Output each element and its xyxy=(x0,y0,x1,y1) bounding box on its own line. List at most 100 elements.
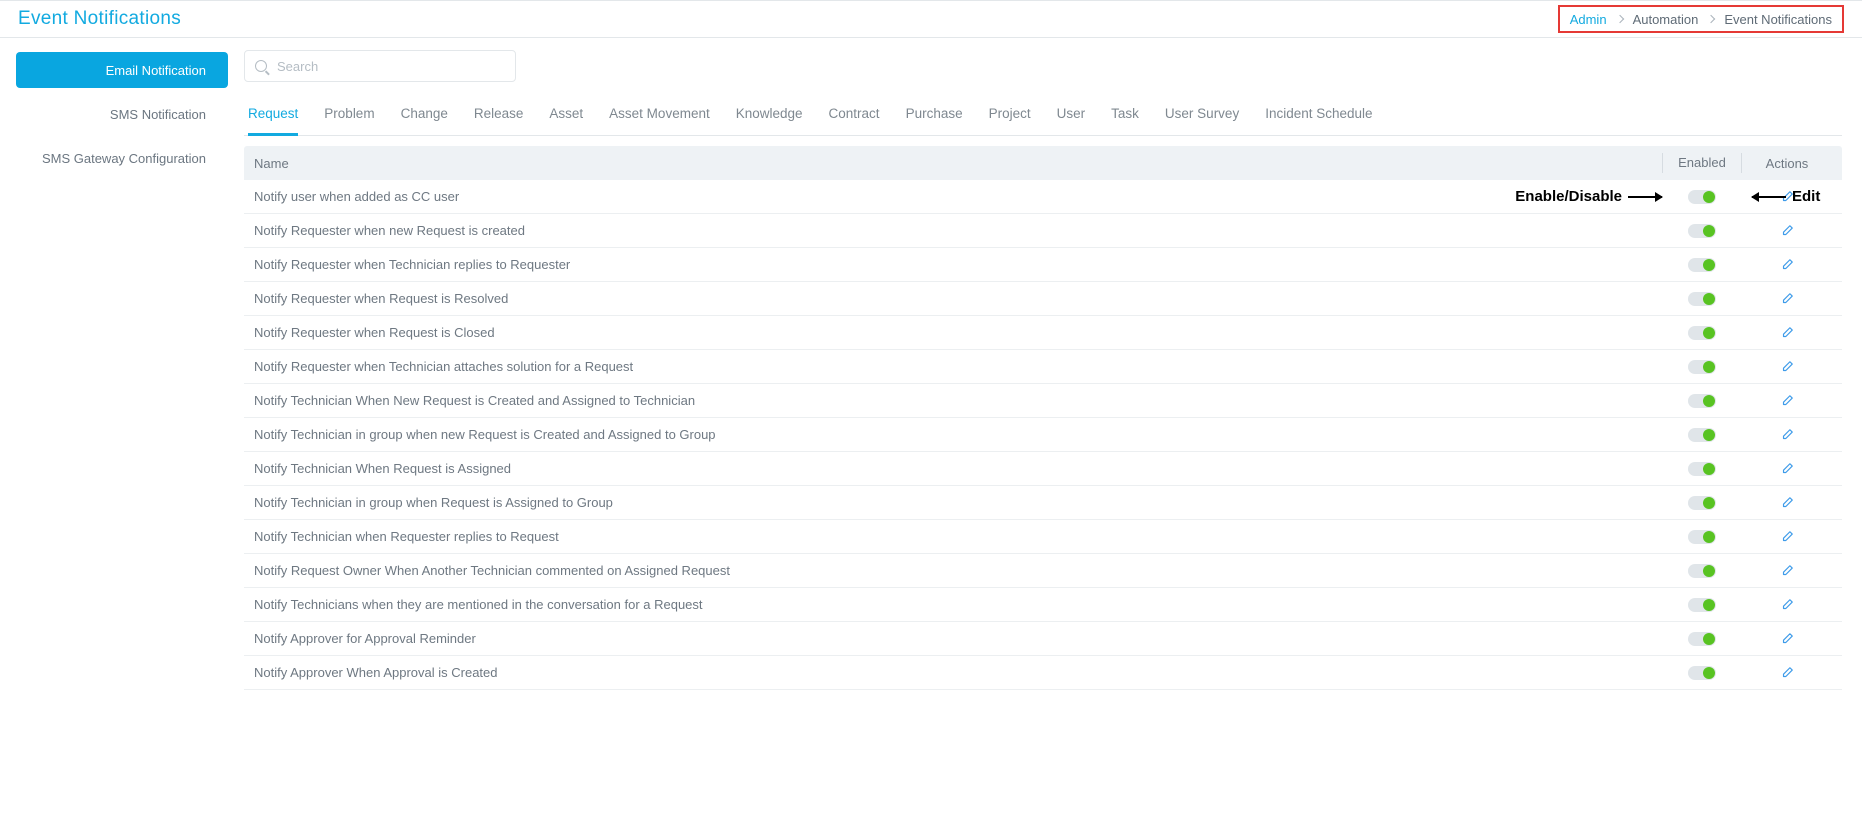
row-name: Notify Requester when Technician attache… xyxy=(254,359,1662,374)
tab-purchase[interactable]: Purchase xyxy=(906,96,963,136)
tab-user[interactable]: User xyxy=(1057,96,1086,136)
edit-icon[interactable] xyxy=(1780,632,1794,646)
enable-toggle[interactable] xyxy=(1688,428,1716,442)
enable-toggle[interactable] xyxy=(1688,224,1716,238)
tab-incident-schedule[interactable]: Incident Schedule xyxy=(1265,96,1372,136)
edit-icon[interactable] xyxy=(1780,224,1794,238)
tab-contract[interactable]: Contract xyxy=(829,96,880,136)
row-actions-cell xyxy=(1742,564,1832,578)
row-name: Notify Technicians when they are mention… xyxy=(254,597,1662,612)
enable-toggle[interactable] xyxy=(1688,462,1716,476)
enable-toggle[interactable] xyxy=(1688,496,1716,510)
enable-toggle[interactable] xyxy=(1688,258,1716,272)
row-name: Notify Approver for Approval Reminder xyxy=(254,631,1662,646)
breadcrumb: Admin Automation Event Notifications xyxy=(1558,5,1844,33)
search-input-wrap[interactable] xyxy=(244,50,516,82)
row-actions-cell xyxy=(1742,598,1832,612)
row-actions-cell xyxy=(1742,530,1832,544)
tab-change[interactable]: Change xyxy=(401,96,448,136)
enable-toggle[interactable] xyxy=(1688,666,1716,680)
row-enabled-cell xyxy=(1662,632,1742,646)
row-name: Notify Technician in group when new Requ… xyxy=(254,427,1662,442)
row-enabled-cell xyxy=(1662,292,1742,306)
search-icon xyxy=(255,60,267,72)
tab-release[interactable]: Release xyxy=(474,96,524,136)
table-row: Notify Request Owner When Another Techni… xyxy=(244,554,1842,588)
enable-toggle[interactable] xyxy=(1688,632,1716,646)
main-content: Request Problem Change Release Asset Asset Mo… xyxy=(244,38,1862,690)
breadcrumb-admin[interactable]: Admin xyxy=(1570,12,1607,27)
edit-icon[interactable] xyxy=(1780,530,1794,544)
edit-icon[interactable] xyxy=(1780,428,1794,442)
edit-icon[interactable] xyxy=(1780,360,1794,374)
sidebar-item-sms-gateway-configuration[interactable]: SMS Gateway Configuration xyxy=(16,140,228,176)
enable-toggle[interactable] xyxy=(1688,326,1716,340)
page-title: Event Notifications xyxy=(18,8,181,30)
edit-icon[interactable] xyxy=(1780,394,1794,408)
table-row: Notify Requester when new Request is cre… xyxy=(244,214,1842,248)
tab-project[interactable]: Project xyxy=(989,96,1031,136)
row-enabled-cell xyxy=(1662,190,1742,204)
row-actions-cell xyxy=(1742,666,1832,680)
row-name: Notify Requester when Technician replies… xyxy=(254,257,1662,272)
row-actions-cell xyxy=(1742,428,1832,442)
edit-icon[interactable] xyxy=(1780,462,1794,476)
table-row: Notify Technician When Request is Assign… xyxy=(244,452,1842,486)
edit-icon[interactable] xyxy=(1780,598,1794,612)
row-name: Notify Request Owner When Another Techni… xyxy=(254,563,1662,578)
row-name: Notify Technician When Request is Assign… xyxy=(254,461,1662,476)
enable-toggle[interactable] xyxy=(1688,564,1716,578)
sidebar-item-email-notification[interactable]: Email Notification xyxy=(16,52,228,88)
tab-request[interactable]: Request xyxy=(248,96,298,136)
tab-problem[interactable]: Problem xyxy=(324,96,374,136)
enable-toggle[interactable] xyxy=(1688,360,1716,374)
breadcrumb-automation[interactable]: Automation xyxy=(1633,12,1699,27)
breadcrumb-event-notifications: Event Notifications xyxy=(1724,12,1832,27)
tab-knowledge[interactable]: Knowledge xyxy=(736,96,803,136)
row-name: Notify Technician When New Request is Cr… xyxy=(254,393,1662,408)
table-row: Notify Technician When New Request is Cr… xyxy=(244,384,1842,418)
row-enabled-cell xyxy=(1662,258,1742,272)
row-name: Notify Technician when Requester replies… xyxy=(254,529,1662,544)
row-enabled-cell xyxy=(1662,224,1742,238)
tab-asset-movement[interactable]: Asset Movement xyxy=(609,96,710,136)
enable-toggle[interactable] xyxy=(1688,394,1716,408)
topbar: Event Notifications Admin Automation Eve… xyxy=(0,0,1862,38)
row-enabled-cell xyxy=(1662,564,1742,578)
row-name: Notify Technician in group when Request … xyxy=(254,495,1662,510)
row-actions-cell xyxy=(1742,462,1832,476)
row-enabled-cell xyxy=(1662,360,1742,374)
edit-icon[interactable] xyxy=(1780,564,1794,578)
row-enabled-cell xyxy=(1662,598,1742,612)
row-actions-cell xyxy=(1742,292,1832,306)
edit-icon[interactable] xyxy=(1780,326,1794,340)
edit-icon[interactable] xyxy=(1780,666,1794,680)
row-name: Notify Requester when new Request is cre… xyxy=(254,223,1662,238)
chevron-right-icon xyxy=(1615,15,1623,23)
row-actions-cell xyxy=(1742,496,1832,510)
row-enabled-cell xyxy=(1662,428,1742,442)
table-row: Notify Requester when Technician attache… xyxy=(244,350,1842,384)
row-actions-cell xyxy=(1742,360,1832,374)
enable-toggle[interactable] xyxy=(1688,292,1716,306)
table-row: Notify Technician in group when Request … xyxy=(244,486,1842,520)
sidebar-item-sms-notification[interactable]: SMS Notification xyxy=(16,96,228,132)
row-enabled-cell xyxy=(1662,326,1742,340)
row-enabled-cell xyxy=(1662,496,1742,510)
table-row: Notify user when added as CC userEnable/… xyxy=(244,180,1842,214)
enable-toggle[interactable] xyxy=(1688,530,1716,544)
tab-task[interactable]: Task xyxy=(1111,96,1139,136)
row-enabled-cell xyxy=(1662,666,1742,680)
edit-icon[interactable] xyxy=(1780,496,1794,510)
col-header-enabled: Enabled xyxy=(1662,153,1742,173)
edit-icon[interactable] xyxy=(1780,190,1794,204)
tab-user-survey[interactable]: User Survey xyxy=(1165,96,1239,136)
table-row: Notify Technicians when they are mention… xyxy=(244,588,1842,622)
edit-icon[interactable] xyxy=(1780,292,1794,306)
row-actions-cell xyxy=(1742,632,1832,646)
search-input[interactable] xyxy=(275,58,505,75)
enable-toggle[interactable] xyxy=(1688,598,1716,612)
enable-toggle[interactable] xyxy=(1688,190,1716,204)
edit-icon[interactable] xyxy=(1780,258,1794,272)
tab-asset[interactable]: Asset xyxy=(549,96,583,136)
